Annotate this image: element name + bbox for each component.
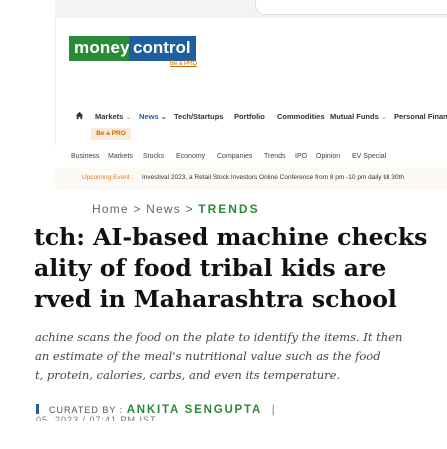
byline-label: CURATED BY : [49, 405, 124, 415]
subnav-spacer [55, 122, 447, 142]
breadcrumb: Home > News > TRENDS [92, 202, 260, 216]
nav-item-commodities[interactable]: Commodities [277, 112, 325, 121]
browser-viewport: money control Be a PRO Markets ⌄ News ⌄ … [0, 0, 447, 449]
subnav-item-opinion[interactable]: Opinion [316, 153, 340, 160]
search-input[interactable] [255, 0, 447, 15]
summary-line: achine scans the food on the plate to id… [35, 330, 403, 344]
subnav-item-markets[interactable]: Markets [108, 153, 133, 160]
breadcrumb-separator: > [133, 202, 142, 216]
subnav-item-trends[interactable]: Trends [264, 153, 286, 160]
publish-date: 05, 2023 / 07:41 PM IST [36, 415, 157, 421]
headline-line: ality of food tribal kids are [34, 254, 387, 282]
summary-line: t, protein, calories, carbs, and even it… [35, 368, 341, 382]
subnav-item-companies[interactable]: Companies [217, 153, 252, 160]
nav-item-tech-startups[interactable]: Tech/Startups [174, 112, 223, 121]
subnav-item-business[interactable]: Business [71, 153, 99, 160]
be-pro-logo-link[interactable]: Be a PRO [170, 61, 197, 67]
logo-money-part[interactable]: money [69, 36, 134, 61]
nav-item-personal-finance[interactable]: Personal Finan [394, 112, 447, 121]
summary-line: an estimate of the meal's nutritional va… [35, 349, 381, 363]
nav-item-news[interactable]: News ⌄ [139, 112, 167, 121]
byline: CURATED BY : ANKITA SENGUPTA | [36, 402, 276, 416]
breadcrumb-trends[interactable]: TRENDS [198, 202, 259, 216]
breadcrumb-separator: > [185, 202, 194, 216]
subnav-item-stocks[interactable]: Stocks [143, 153, 164, 160]
headline-line: tch: AI-based machine checks [34, 223, 428, 251]
home-icon[interactable] [75, 111, 84, 120]
byline-separator: | [271, 402, 276, 416]
article-headline: tch: AI-based machine checks ality of fo… [34, 222, 447, 315]
upcoming-event-bar[interactable]: Upcoming Event : Investival 2023, a Reta… [55, 168, 447, 190]
subnav-item-ev-special[interactable]: EV Special [352, 153, 386, 160]
nav-item-portfolio[interactable]: Portfolio [234, 112, 265, 121]
breadcrumb-home[interactable]: Home [92, 202, 129, 216]
event-label: Upcoming Event : [82, 174, 134, 181]
logo-row: money control Be a PRO [55, 32, 447, 72]
subnav-item-ipo[interactable]: IPO [295, 153, 307, 160]
article: Home > News > TRENDS tch: AI-based machi… [0, 190, 447, 449]
headline-line: rved in Maharashtra school [34, 285, 397, 313]
subnav-item-economy[interactable]: Economy [176, 153, 205, 160]
sub-nav: Business Markets Stocks Economy Companie… [55, 146, 447, 169]
logo-control-part[interactable]: control [129, 36, 196, 61]
breadcrumb-news[interactable]: News [146, 202, 181, 216]
byline-accent-bar [36, 404, 39, 414]
article-summary: achine scans the food on the plate to id… [35, 328, 447, 385]
nav-item-markets[interactable]: Markets ⌄ [95, 112, 132, 121]
nav-item-mutual-funds[interactable]: Mutual Funds ⌄ [330, 112, 387, 121]
event-text[interactable]: Investival 2023, a Retail Stock Investor… [142, 174, 404, 181]
